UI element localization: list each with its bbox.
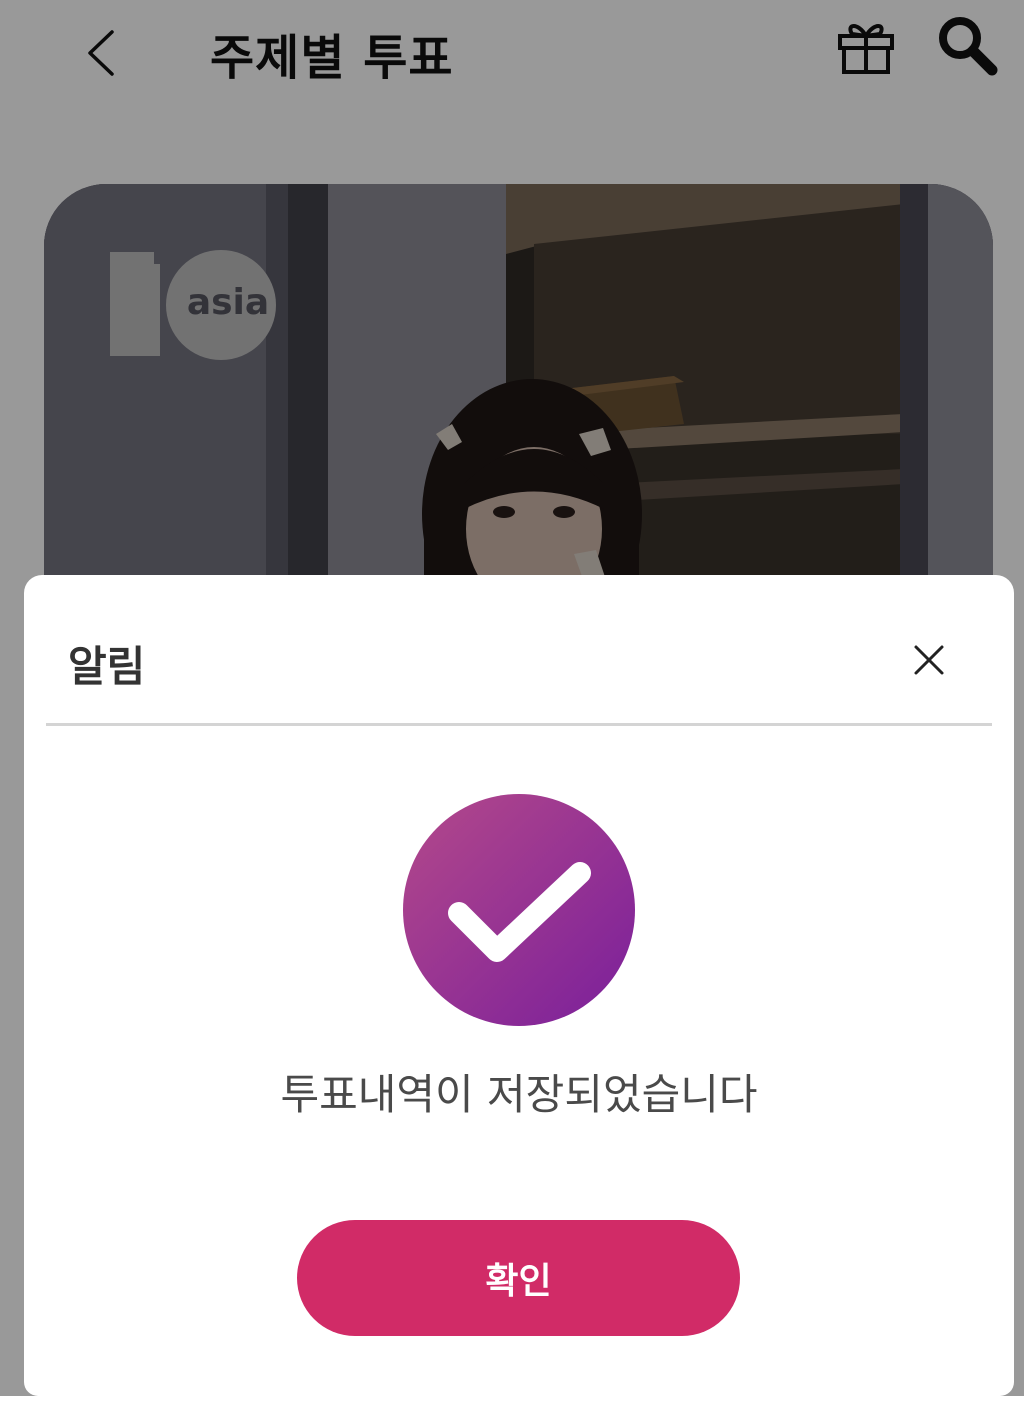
confirm-button[interactable]: 확인 — [297, 1220, 740, 1336]
check-circle-icon — [402, 793, 636, 1027]
close-button[interactable] — [906, 637, 952, 683]
dialog-title: 알림 — [68, 642, 146, 691]
alert-dialog: 알림 투표내역이 저장되었습니다 확인 — [24, 575, 1014, 1396]
dialog-divider — [46, 723, 992, 726]
dialog-message: 투표내역이 저장되었습니다 — [280, 1070, 758, 1119]
close-icon — [914, 645, 944, 675]
